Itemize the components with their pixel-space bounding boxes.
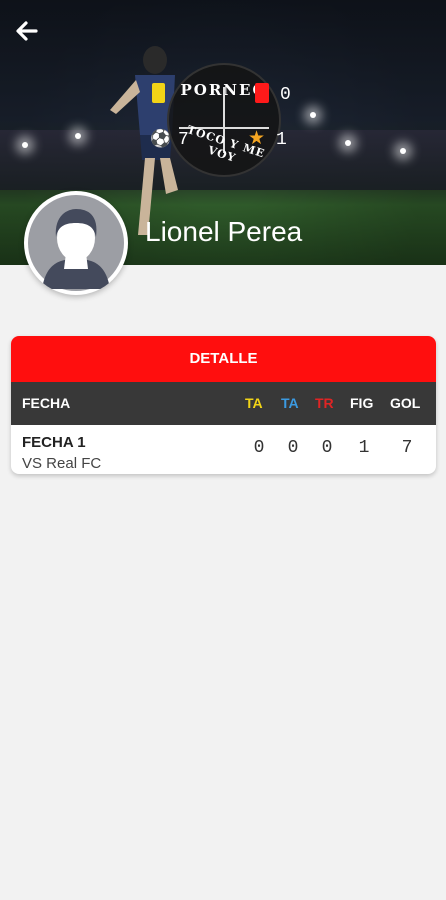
match-date: FECHA 1 bbox=[22, 434, 86, 451]
tournament-logo: PORNEO TOCO Y ME VOY bbox=[167, 63, 281, 177]
cell-ta-yellow: 0 bbox=[253, 438, 265, 458]
red-card-icon bbox=[255, 83, 269, 103]
column-gol: GOL bbox=[390, 395, 421, 411]
stadium-light bbox=[345, 140, 351, 146]
detail-card: DETALLE FECHA TA TA TR FIG GOL FECHA 1 V… bbox=[11, 336, 436, 474]
cell-tr: 0 bbox=[321, 438, 333, 458]
cell-ta-blue: 0 bbox=[287, 438, 299, 458]
yellow-card-icon bbox=[152, 83, 165, 103]
star-icon: ★ bbox=[248, 128, 266, 149]
goals-count: 7 bbox=[178, 130, 189, 150]
cell-gol: 7 bbox=[401, 438, 413, 458]
detail-title: DETALLE bbox=[11, 336, 436, 382]
column-fig: FIG bbox=[350, 395, 374, 411]
stadium-light bbox=[310, 112, 316, 118]
red-cards-count: 0 bbox=[280, 85, 291, 105]
column-tr: TR bbox=[315, 395, 334, 411]
back-arrow-icon[interactable] bbox=[14, 18, 48, 52]
column-fecha: FECHA bbox=[22, 395, 71, 411]
match-opponent: VS Real FC bbox=[22, 455, 102, 472]
cell-fig: 1 bbox=[358, 438, 370, 458]
avatar-icon bbox=[24, 191, 128, 295]
stadium-light bbox=[400, 148, 406, 154]
soccer-ball-icon: ⚽ bbox=[150, 129, 172, 148]
stadium-light bbox=[75, 133, 81, 139]
table-row[interactable]: FECHA 1 VS Real FC 0 0 0 1 7 bbox=[11, 425, 436, 474]
column-ta-blue: TA bbox=[281, 395, 299, 411]
table-header: FECHA TA TA TR FIG GOL bbox=[11, 382, 436, 425]
mvp-count: 1 bbox=[276, 130, 287, 150]
stadium-light bbox=[22, 142, 28, 148]
column-ta-yellow: TA bbox=[245, 395, 263, 411]
player-name: Lionel Perea bbox=[145, 216, 303, 247]
